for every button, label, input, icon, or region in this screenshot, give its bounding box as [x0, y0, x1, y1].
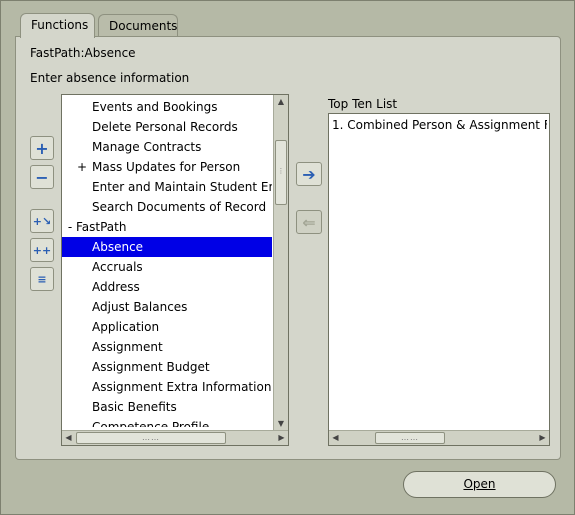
tree-item-label: Search Documents of Record [92, 200, 267, 214]
function-tree-vscroll[interactable]: ▲ ⋮ ▼ [273, 95, 288, 430]
collapse-all-button[interactable]: ≡ [30, 267, 54, 291]
tree-item-label: Address [92, 280, 140, 294]
scroll-right-icon[interactable]: ▶ [275, 431, 288, 445]
tree-item-label: Events and Bookings [92, 100, 218, 114]
tree-item-label: Assignment Budget [92, 360, 210, 374]
tree-item[interactable]: Delete Personal Records [62, 117, 272, 137]
scroll-right-icon[interactable]: ▶ [536, 431, 549, 445]
tree-item[interactable]: - FastPath [62, 217, 272, 237]
tree-item-label: Adjust Balances [92, 300, 188, 314]
tree-item[interactable]: Manage Contracts [62, 137, 272, 157]
top-ten-list[interactable]: 1. Combined Person & Assignment F ◀ …… ▶ [328, 113, 550, 446]
scroll-left-icon[interactable]: ◀ [329, 431, 342, 445]
collapse-all-icon: ≡ [37, 272, 47, 286]
tree-item-label: Assignment [92, 340, 163, 354]
tree-item-label: Enter and Maintain Student Em [92, 180, 272, 194]
tree-item-label: Delete Personal Records [92, 120, 238, 134]
add-to-top-ten-button[interactable]: ➔ [296, 162, 322, 186]
open-button[interactable]: Open [403, 471, 556, 498]
tree-item[interactable]: + Mass Updates for Person [62, 157, 272, 177]
tab-functions[interactable]: Functions [20, 13, 95, 38]
tree-item[interactable]: Application [62, 317, 272, 337]
tree-item[interactable]: Assignment Budget [62, 357, 272, 377]
tree-item-label: Competence Profile [92, 420, 210, 427]
tree-item-label: Absence [92, 240, 144, 254]
tree-item[interactable]: Search Documents of Record [62, 197, 272, 217]
panel-instruction: Enter absence information [30, 71, 190, 85]
tree-item[interactable]: Assignment Extra Information [62, 377, 272, 397]
tree-item[interactable]: Enter and Maintain Student Em [62, 177, 272, 197]
fastpath-window: Functions Documents FastPath:Absence Ent… [0, 0, 575, 515]
function-tree-rows: Events and Bookings Delete Personal Recor… [62, 97, 272, 427]
tree-item[interactable]: Adjust Balances [62, 297, 272, 317]
tree-item[interactable]: Address [62, 277, 272, 297]
expand-button[interactable]: + [30, 136, 54, 160]
top-ten-hscroll[interactable]: ◀ …… ▶ [329, 430, 549, 445]
collapse-node-icon[interactable]: - [64, 217, 76, 237]
scroll-left-icon[interactable]: ◀ [62, 431, 75, 445]
tree-item-label: Manage Contracts [92, 140, 202, 154]
tree-item-label: Application [92, 320, 160, 334]
scroll-down-icon[interactable]: ▼ [274, 417, 288, 430]
expand-branch-button[interactable]: +↘ [30, 209, 54, 233]
expand-branch-icon: +↘ [32, 214, 52, 228]
remove-from-top-ten-button[interactable]: ⇐ [296, 210, 322, 234]
arrow-left-icon: ⇐ [302, 212, 316, 232]
scroll-up-icon[interactable]: ▲ [274, 95, 288, 108]
tree-item-label: Basic Benefits [92, 400, 177, 414]
arrow-right-icon: ➔ [302, 164, 316, 184]
tree-item-label: Assignment Extra Information [92, 380, 272, 394]
functions-panel: FastPath:Absence Enter absence informati… [15, 36, 561, 460]
function-tree-hscroll[interactable]: ◀ …… ▶ [62, 430, 288, 445]
tree-item-label: Mass Updates for Person [92, 160, 241, 174]
tree-item[interactable]: Competence Profile [62, 417, 272, 427]
function-tree[interactable]: Events and Bookings Delete Personal Recor… [61, 94, 289, 446]
top-ten-item[interactable]: 1. Combined Person & Assignment F [332, 118, 547, 132]
tree-item[interactable]: Events and Bookings [62, 97, 272, 117]
tree-item[interactable]: Accruals [62, 257, 272, 277]
open-button-label: Open [463, 477, 496, 491]
hscroll-thumb[interactable]: …… [375, 432, 445, 444]
tree-item-label: Accruals [92, 260, 143, 274]
collapse-icon: − [35, 167, 49, 187]
hscroll-thumb[interactable]: …… [76, 432, 226, 444]
panel-title: FastPath:Absence [30, 46, 136, 60]
expand-icon: + [35, 138, 49, 158]
tree-item[interactable]: Absence [62, 237, 272, 257]
top-ten-label: Top Ten List [328, 97, 398, 111]
collapse-button[interactable]: − [30, 165, 54, 189]
expand-all-button[interactable]: ++ [30, 238, 54, 262]
expand-node-icon[interactable]: + [76, 157, 88, 177]
tab-documents[interactable]: Documents [98, 14, 178, 38]
expand-all-icon: ++ [32, 243, 52, 257]
tree-item[interactable]: Assignment [62, 337, 272, 357]
tree-item-label: FastPath [76, 220, 127, 234]
scroll-thumb[interactable]: ⋮ [275, 140, 287, 205]
tree-item[interactable]: Basic Benefits [62, 397, 272, 417]
